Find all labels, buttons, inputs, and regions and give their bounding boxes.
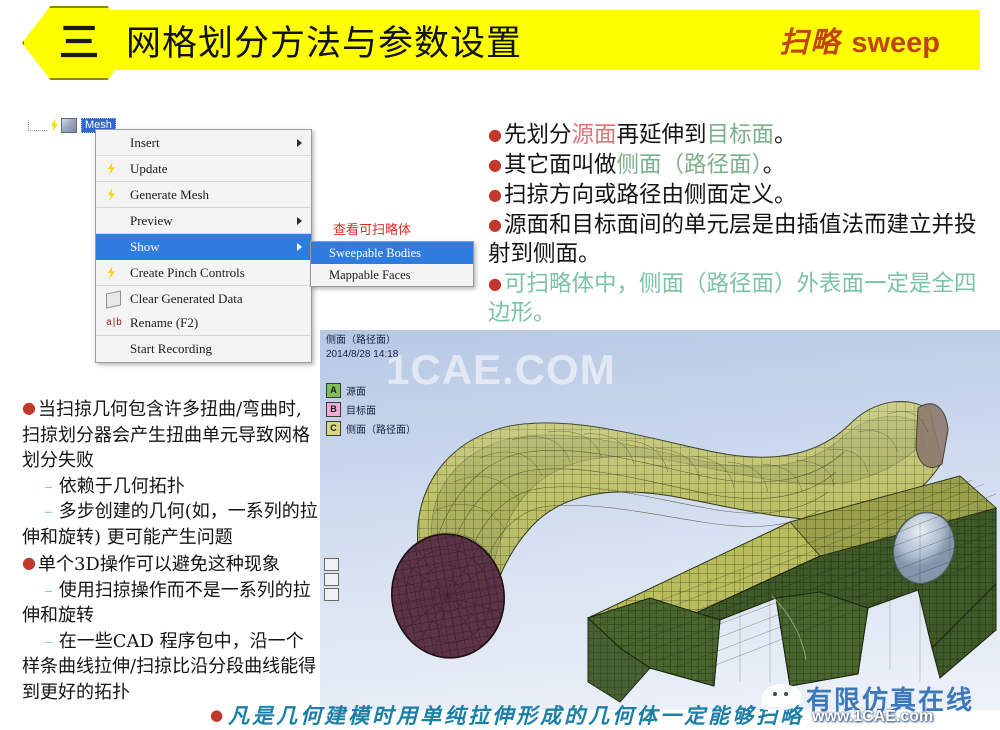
- bullet-seg: 。: [762, 152, 786, 178]
- menu-item-label: Update: [130, 160, 168, 176]
- mesh-geometry: [391, 401, 998, 703]
- bullet-line: ●扫掠方向或路径由侧面定义。: [488, 180, 996, 210]
- wechat-icon: [762, 684, 802, 710]
- page-subtitle-en: sweep: [851, 27, 940, 59]
- menu-item-insert[interactable]: Insert: [96, 130, 311, 156]
- bullet-line: ● 单个3D操作可以避免这种现象: [22, 550, 318, 578]
- page-subtitle-cn: 扫略: [779, 25, 842, 59]
- bullet-text: 依赖于几何拓扑: [58, 475, 185, 497]
- bullet-seg: 其它面叫做: [503, 152, 617, 178]
- bullet-marker: ●: [488, 274, 502, 293]
- bullet-marker: ●: [22, 398, 36, 417]
- submenu-item-sweepable-bodies[interactable]: Sweepable Bodies: [311, 242, 473, 264]
- bullet-marker: ●: [488, 185, 502, 204]
- bullet-text: 多步创建的几何(如，一系列的拉伸和旋转) 更可能产生问题: [22, 501, 318, 548]
- section-number: 三: [59, 19, 99, 66]
- right-bullet-list: ●先划分源面再延伸到目标面。 ●其它面叫做侧面（路径面）。 ●扫掠方向或路径由侧…: [488, 120, 996, 328]
- slide-header: 三 网格划分方法与参数设置 扫略 sweep: [0, 0, 1000, 82]
- bullet-seg: 先划分: [503, 122, 572, 148]
- bullet-seg-target: 目标面: [706, 122, 775, 148]
- chevron-right-icon: [297, 139, 302, 147]
- menu-item-label: Create Pinch Controls: [130, 264, 245, 280]
- bullet-seg: 扫掠方向或路径由侧面定义。: [503, 182, 797, 208]
- bullet-line: ●可扫略体中，侧面（路径面）外表面一定是全四边形。: [488, 269, 996, 328]
- bullet-seg: 再延伸到: [616, 122, 707, 148]
- bullet-line-sub: – 多步创建的几何(如，一系列的拉伸和旋转) 更可能产生问题: [22, 499, 318, 550]
- menu-item-clear-generated-data[interactable]: Clear Generated Data: [96, 286, 311, 311]
- menu-item-label: Start Recording: [130, 341, 212, 356]
- bullet-line: ●源面和目标面间的单元层是由插值法而建立并投射到侧面。: [488, 210, 996, 269]
- dash-marker: –: [44, 579, 59, 601]
- bullet-marker: ●: [488, 215, 502, 234]
- bullet-seg: 源面和目标面间的单元层是由插值法而建立并投射到侧面。: [488, 212, 977, 267]
- brand-watermark: 有限仿真在线 www.1CAE.com: [756, 682, 992, 726]
- menu-item-label: Insert: [130, 134, 160, 150]
- menu-item-label: Generate Mesh: [130, 186, 210, 202]
- dash-marker: –: [44, 630, 59, 652]
- menu-item-label: Preview: [130, 212, 173, 228]
- page-title: 网格划分方法与参数设置: [126, 23, 523, 64]
- bullet-line: ●其它面叫做侧面（路径面）。: [488, 150, 996, 180]
- menu-item-show[interactable]: Show: [96, 234, 311, 260]
- bullet-seg-side: 侧面（路径面）: [616, 152, 763, 178]
- bullet-line-sub: – 依赖于几何拓扑: [22, 474, 318, 500]
- context-menu[interactable]: Insert Update Generate Mesh Preview Show…: [95, 129, 312, 363]
- menu-item-start-recording[interactable]: Start Recording: [96, 336, 311, 362]
- sweepable-annotation: 查看可扫略体: [333, 223, 412, 238]
- bullet-marker: ●: [488, 155, 502, 174]
- bullet-line-sub: – 在一些CAD 程序包中，沿一个样条曲线拉伸/扫掠比沿分段曲线能得到更好的拓扑: [22, 629, 318, 706]
- menu-item-rename[interactable]: a|b Rename (F2): [96, 311, 311, 336]
- bullet-text: 在一些CAD 程序包中，沿一个样条曲线拉伸/扫掠比沿分段曲线能得到更好的拓扑: [22, 630, 317, 703]
- lightning-icon: [107, 188, 116, 201]
- bullet-text: 单个3D操作可以避免这种现象: [37, 554, 280, 575]
- page-subtitle: 扫略 sweep: [779, 19, 954, 61]
- bullet-text: 当扫掠几何包含许多扭曲/弯曲时, 扫掠划分器会产生扭曲单元导致网格划分失败: [22, 399, 310, 471]
- bullet-line-sub: – 使用扫掠操作而不是一系列的拉伸和旋转: [22, 578, 318, 629]
- lightning-icon: [107, 162, 116, 175]
- bullet-seg-source: 源面: [571, 122, 617, 148]
- bullet-line: ●先划分源面再延伸到目标面。: [488, 120, 996, 150]
- bottom-handwritten-note: ●凡是几何建模时用单纯拉伸形成的几何体一定能够扫略: [210, 700, 850, 730]
- lightning-icon: [50, 118, 59, 132]
- rename-icon: a|b: [106, 318, 122, 329]
- target-face-cap: [915, 403, 949, 468]
- submenu-item-mappable-faces[interactable]: Mappable Faces: [311, 264, 473, 286]
- menu-item-label: Show: [130, 238, 160, 254]
- show-submenu[interactable]: Sweepable Bodies Mappable Faces: [310, 241, 474, 287]
- title-banner: 网格划分方法与参数设置 扫略 sweep: [108, 10, 980, 70]
- eraser-icon: [106, 290, 121, 309]
- submenu-item-label: Sweepable Bodies: [329, 245, 421, 260]
- menu-item-label: Rename (F2): [130, 315, 199, 330]
- menu-item-create-pinch-controls[interactable]: Create Pinch Controls: [96, 260, 311, 286]
- lightning-icon: [107, 266, 116, 279]
- menu-item-label: Clear Generated Data: [130, 290, 243, 306]
- bullet-marker: ●: [488, 125, 502, 144]
- brand-url: www.1CAE.com: [812, 708, 934, 725]
- dash-marker: –: [44, 475, 59, 497]
- bullet-seg-green: 可扫略体中，侧面（路径面）外表面一定是全四边形。: [488, 271, 977, 326]
- submenu-item-label: Mappable Faces: [329, 267, 411, 282]
- tree-connector-icon: [28, 119, 47, 131]
- chevron-right-icon: [297, 243, 302, 251]
- bullet-text: 使用扫掠操作而不是一系列的拉伸和旋转: [22, 579, 311, 627]
- menu-item-update[interactable]: Update: [96, 156, 311, 182]
- mesh-cube-icon: [61, 117, 77, 133]
- dash-marker: –: [44, 501, 59, 522]
- chevron-right-icon: [297, 217, 302, 225]
- left-bullet-list: ● 当扫掠几何包含许多扭曲/弯曲时, 扫掠划分器会产生扭曲单元导致网格划分失败 –…: [22, 395, 318, 705]
- bullet-marker: ●: [210, 706, 227, 724]
- bottom-note-text: 凡是几何建模时用单纯拉伸形成的几何体一定能够扫略: [228, 703, 805, 728]
- menu-item-generate-mesh[interactable]: Generate Mesh: [96, 182, 311, 208]
- 3d-viewport[interactable]: 1CAE.COM 侧面（路径面） 2014/8/28 14:18 A 源面 B …: [320, 330, 1000, 710]
- menu-item-preview[interactable]: Preview: [96, 208, 311, 234]
- bullet-marker: ●: [22, 553, 36, 572]
- bullet-line: ● 当扫掠几何包含许多扭曲/弯曲时, 扫掠划分器会产生扭曲单元导致网格划分失败: [22, 395, 318, 474]
- bullet-seg: 。: [774, 122, 797, 148]
